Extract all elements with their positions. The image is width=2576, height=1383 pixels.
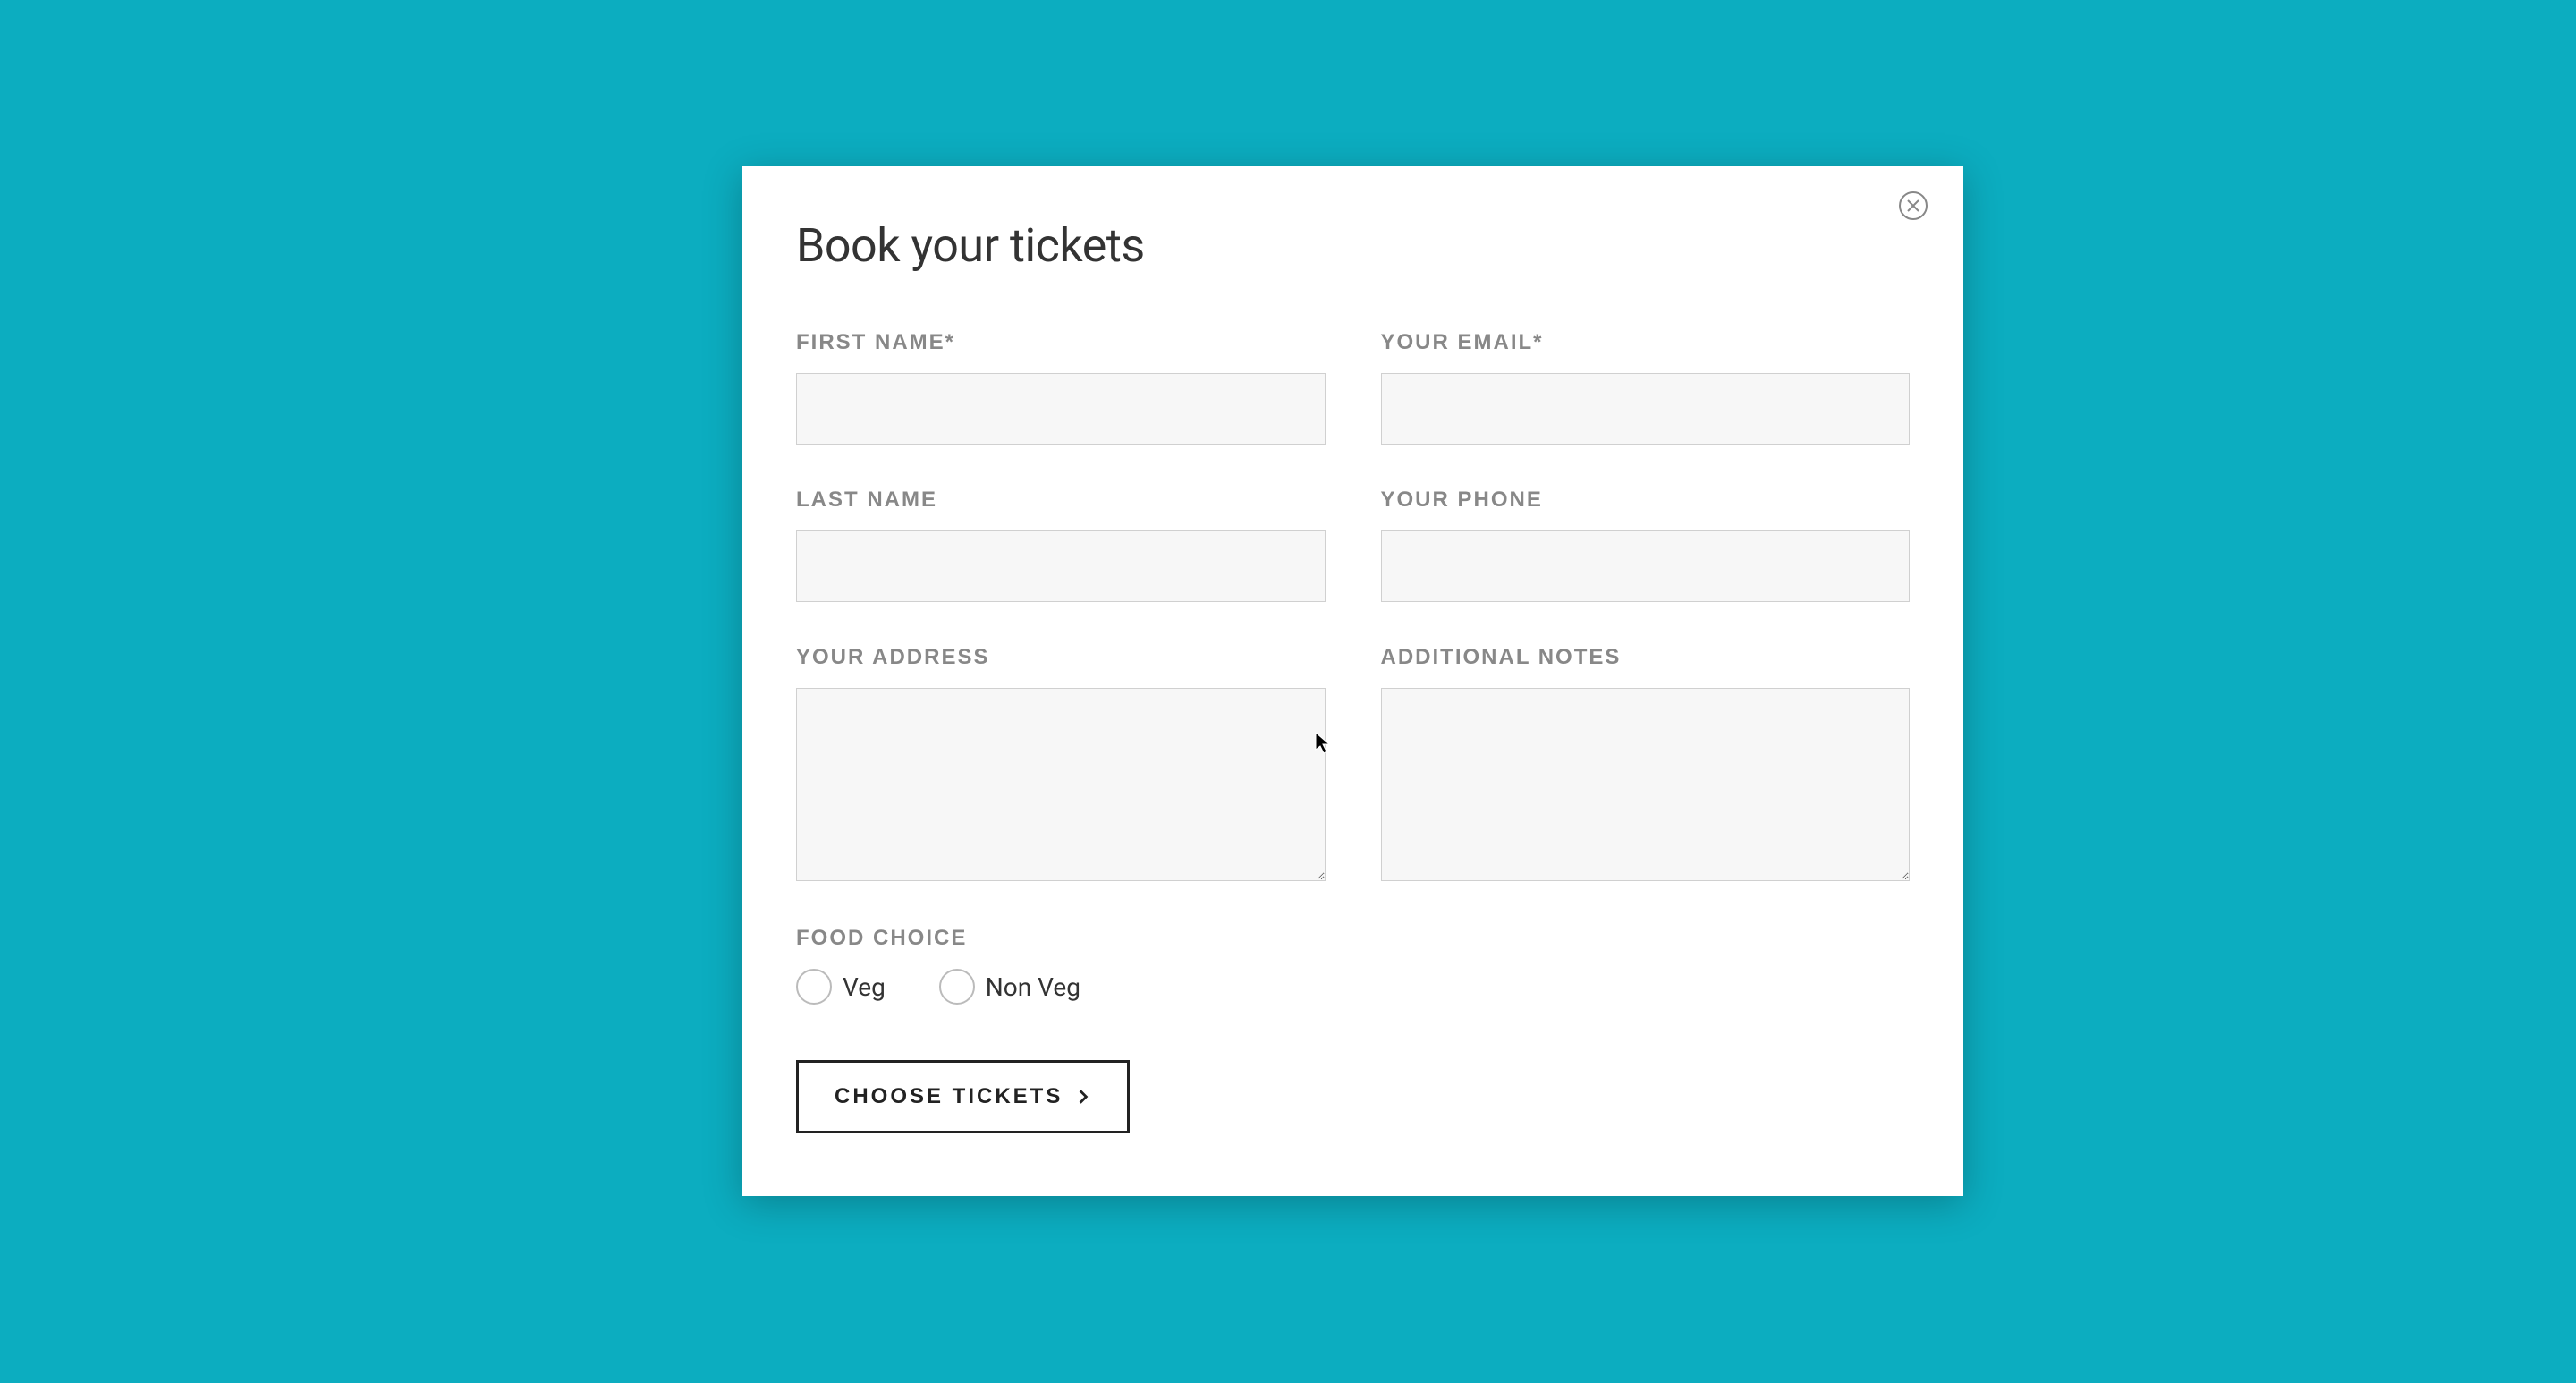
address-field-wrapper: YOUR ADDRESS <box>796 645 1326 881</box>
radio-label-veg: Veg <box>843 972 886 1002</box>
close-button[interactable] <box>1899 191 1928 220</box>
phone-label: YOUR PHONE <box>1381 488 1911 513</box>
notes-textarea[interactable] <box>1381 688 1911 881</box>
radio-option-nonveg[interactable]: Non Veg <box>939 969 1080 1005</box>
submit-button-label: CHOOSE TICKETS <box>835 1084 1063 1109</box>
first-name-label: FIRST NAME* <box>796 330 1326 355</box>
close-icon <box>1907 199 1919 212</box>
notes-label: ADDITIONAL NOTES <box>1381 645 1911 670</box>
first-name-field-wrapper: FIRST NAME* <box>796 330 1326 445</box>
food-choice-section: FOOD CHOICE Veg Non Veg <box>796 926 1910 1005</box>
radio-circle-icon <box>796 969 832 1005</box>
form-grid: FIRST NAME* YOUR EMAIL* LAST NAME YOUR P… <box>796 330 1910 881</box>
email-input[interactable] <box>1381 373 1911 445</box>
address-label: YOUR ADDRESS <box>796 645 1326 670</box>
email-label: YOUR EMAIL* <box>1381 330 1911 355</box>
notes-field-wrapper: ADDITIONAL NOTES <box>1381 645 1911 881</box>
last-name-field-wrapper: LAST NAME <box>796 488 1326 602</box>
address-textarea[interactable] <box>796 688 1326 881</box>
email-field-wrapper: YOUR EMAIL* <box>1381 330 1911 445</box>
booking-modal: Book your tickets FIRST NAME* YOUR EMAIL… <box>742 166 1963 1196</box>
phone-field-wrapper: YOUR PHONE <box>1381 488 1911 602</box>
food-choice-label: FOOD CHOICE <box>796 926 1910 951</box>
chevron-right-icon <box>1075 1089 1091 1105</box>
last-name-label: LAST NAME <box>796 488 1326 513</box>
choose-tickets-button[interactable]: CHOOSE TICKETS <box>796 1060 1130 1133</box>
food-choice-radio-group: Veg Non Veg <box>796 969 1910 1005</box>
first-name-input[interactable] <box>796 373 1326 445</box>
phone-input[interactable] <box>1381 530 1911 602</box>
radio-circle-icon <box>939 969 975 1005</box>
radio-option-veg[interactable]: Veg <box>796 969 886 1005</box>
radio-label-nonveg: Non Veg <box>986 972 1080 1002</box>
last-name-input[interactable] <box>796 530 1326 602</box>
modal-title: Book your tickets <box>796 218 1910 273</box>
